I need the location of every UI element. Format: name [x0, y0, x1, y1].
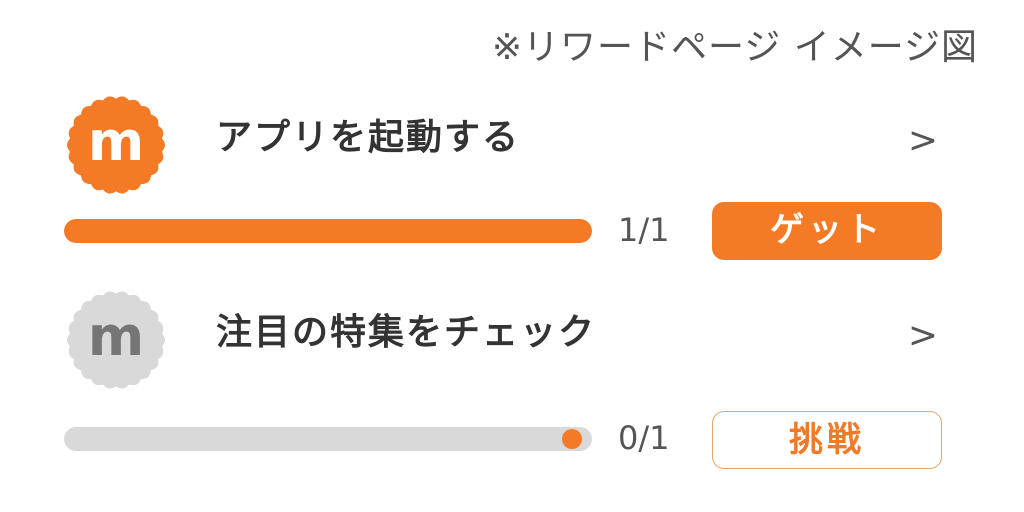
- progress-dot-icon: [562, 429, 582, 449]
- page-note: ※リワードページ イメージ図: [491, 27, 978, 68]
- challenge-button[interactable]: 挑戦: [712, 411, 942, 469]
- badge-letter: m: [87, 305, 145, 368]
- mission-title: 注目の特集をチェック: [216, 312, 597, 353]
- progress-fill: [64, 219, 592, 243]
- chevron-right-icon[interactable]: >: [908, 314, 938, 357]
- mission-title: アプリを起動する: [216, 117, 521, 158]
- mission-row-launch-app[interactable]: m アプリを起動する > 1/1 ゲット: [0, 88, 1024, 288]
- badge-letter: m: [87, 110, 145, 173]
- progress-bar: [64, 427, 592, 451]
- get-reward-button[interactable]: ゲット: [712, 202, 942, 260]
- progress-count: 1/1: [618, 211, 670, 249]
- progress-bar: [64, 219, 592, 243]
- progress-count: 0/1: [618, 419, 670, 457]
- chevron-right-icon[interactable]: >: [908, 119, 938, 162]
- scalloped-m-badge-icon: m: [64, 93, 168, 197]
- mission-row-check-feature[interactable]: m 注目の特集をチェック > 0/1 挑戦: [0, 283, 1024, 483]
- scalloped-m-badge-icon: m: [64, 288, 168, 392]
